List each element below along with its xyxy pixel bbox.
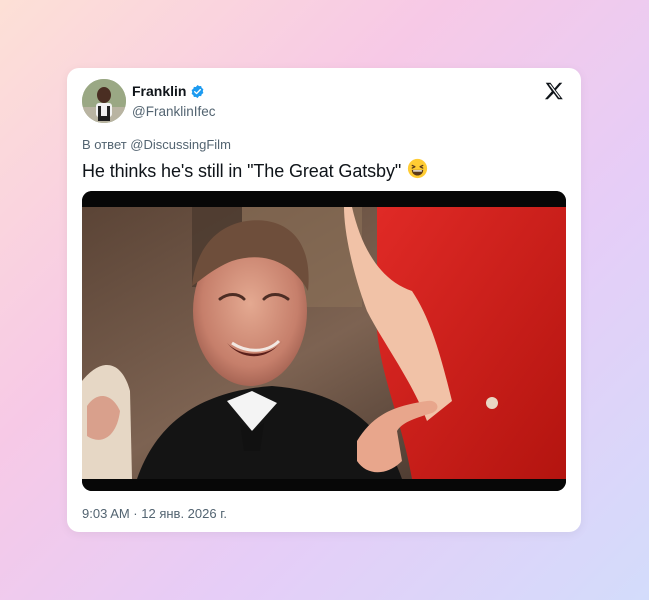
author-name-row[interactable]: Franklin <box>132 83 205 99</box>
tweet-card: Franklin @FranklinIfec В ответ @Discussi… <box>67 68 581 532</box>
tweet-text-row: He thinks he's still in "The Great Gatsb… <box>82 158 428 184</box>
avatar[interactable] <box>82 79 126 123</box>
x-logo-icon[interactable] <box>543 80 565 102</box>
grinning-squinting-face-icon <box>407 158 428 184</box>
tweet-text: He thinks he's still in "The Great Gatsb… <box>82 160 402 181</box>
verified-badge-icon <box>190 84 205 99</box>
reply-to-label[interactable]: В ответ @DiscussingFilm <box>82 137 231 152</box>
author-handle[interactable]: @FranklinIfec <box>132 104 215 119</box>
tweet-timestamp[interactable]: 9:03 AM · 12 янв. 2026 г. <box>82 506 227 521</box>
author-name[interactable]: Franklin <box>132 83 186 99</box>
tweet-video-media[interactable] <box>82 191 566 491</box>
